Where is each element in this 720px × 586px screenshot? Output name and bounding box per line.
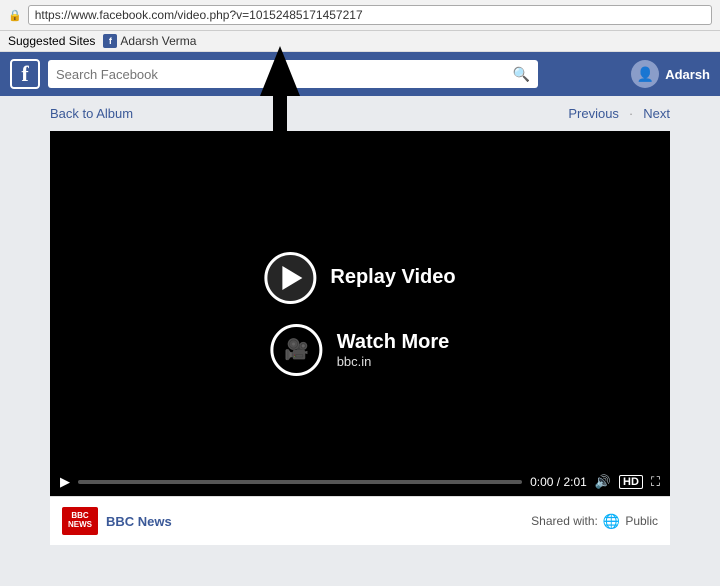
watch-label-container: Watch More bbc.in xyxy=(337,331,450,369)
url-display[interactable]: https://www.facebook.com/video.php?v=101… xyxy=(28,5,712,25)
source-name[interactable]: BBC News xyxy=(106,514,172,529)
privacy-label: Public xyxy=(625,514,658,528)
bookmark-label: Adarsh Verma xyxy=(120,34,196,48)
avatar: 👤 xyxy=(631,60,659,88)
replay-button[interactable]: Replay Video xyxy=(264,252,455,304)
shared-info: Shared with: 🌐 Public xyxy=(531,513,658,530)
nav-right: Previous · Next xyxy=(568,106,670,121)
suggested-sites-label: Suggested Sites xyxy=(8,34,95,48)
camera-circle-icon: 🎥 xyxy=(271,324,323,376)
next-link[interactable]: Next xyxy=(643,106,670,121)
facebook-header: f 🔍 👤 Adarsh xyxy=(0,52,720,96)
header-right: 👤 Adarsh xyxy=(631,60,710,88)
arrow-svg xyxy=(245,46,315,156)
replay-label: Replay Video xyxy=(330,266,455,289)
facebook-favicon: f xyxy=(103,34,117,48)
shared-label: Shared with: xyxy=(531,514,598,528)
watch-more-button[interactable]: 🎥 Watch More bbc.in xyxy=(271,324,450,376)
source-info: BBC News xyxy=(106,514,172,529)
play-pause-button[interactable]: ▶ xyxy=(60,474,70,490)
bbc-logo: BBC NEWS xyxy=(62,507,98,535)
watch-sub-label: bbc.in xyxy=(337,354,450,369)
ssl-icon: 🔒 xyxy=(8,9,22,22)
page-content: Back to Album Previous · Next Replay Vid… xyxy=(0,96,720,545)
volume-icon[interactable]: 🔊 xyxy=(595,474,611,490)
bookmark-adarsh[interactable]: f Adarsh Verma xyxy=(103,34,196,48)
progress-bar[interactable] xyxy=(78,480,522,484)
controls-right: 🔊 HD ⛶ xyxy=(595,474,660,490)
browser-address-bar: 🔒 https://www.facebook.com/video.php?v=1… xyxy=(0,0,720,31)
user-name[interactable]: Adarsh xyxy=(665,67,710,82)
play-circle-icon xyxy=(264,252,316,304)
time-display: 0:00 / 2:01 xyxy=(530,475,587,489)
album-nav: Back to Album Previous · Next xyxy=(0,96,720,131)
video-container: Replay Video 🎥 Watch More bbc.in ▶ 0:00 … xyxy=(50,131,670,496)
arrow-annotation xyxy=(245,46,315,159)
nav-separator: · xyxy=(629,106,633,121)
post-info-bar: BBC NEWS BBC News Shared with: 🌐 Public xyxy=(50,496,670,545)
video-controls-bar: ▶ 0:00 / 2:01 🔊 HD ⛶ xyxy=(50,468,670,496)
video-overlay-buttons: Replay Video 🎥 Watch More bbc.in xyxy=(264,252,455,376)
fullscreen-icon[interactable]: ⛶ xyxy=(651,474,660,490)
globe-icon: 🌐 xyxy=(603,513,620,530)
bbc-text-2: NEWS xyxy=(68,521,92,530)
facebook-logo[interactable]: f xyxy=(10,59,40,89)
bookmarks-bar: Suggested Sites f Adarsh Verma xyxy=(0,31,720,52)
post-source: BBC NEWS BBC News xyxy=(62,507,172,535)
search-icon[interactable]: 🔍 xyxy=(513,66,530,83)
back-to-album-link[interactable]: Back to Album xyxy=(50,106,133,121)
play-triangle-icon xyxy=(282,266,302,290)
facebook-logo-letter: f xyxy=(21,61,28,87)
watch-label: Watch More xyxy=(337,331,450,354)
replay-label-container: Replay Video xyxy=(330,266,455,289)
camera-icon: 🎥 xyxy=(284,337,309,362)
previous-link[interactable]: Previous xyxy=(568,106,619,121)
hd-badge[interactable]: HD xyxy=(619,475,643,489)
